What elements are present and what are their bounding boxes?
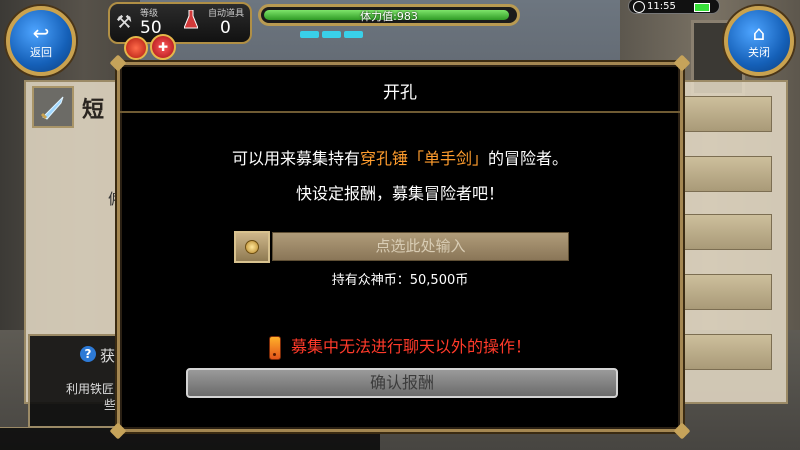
warning-text: 募集中无法进行聊天以外的操作！ <box>290 337 531 356</box>
dialog-header: 开孔 <box>120 65 680 113</box>
battery-icon <box>694 3 710 12</box>
sword-icon <box>32 86 74 128</box>
wrench-icon: ⚒ <box>116 12 133 33</box>
coin-button[interactable] <box>234 231 270 263</box>
dialog-title: 开孔 <box>383 83 417 103</box>
close-button[interactable]: ⌂ 关闭 <box>724 6 794 76</box>
clock-time: 11:55 <box>647 1 676 12</box>
energy-segment <box>344 31 363 38</box>
clock-icon <box>633 1 645 13</box>
coin-icon <box>245 240 259 254</box>
back-button[interactable]: ↩ 返回 <box>6 6 76 76</box>
back-button-label: 返回 <box>30 45 52 59</box>
recruit-hint: 快设定报酬，募集冒险者吧！ <box>295 184 504 203</box>
help-text-line2: 些 <box>104 398 117 412</box>
stamina-bar: 体力值:983 <box>258 4 520 26</box>
recruit-description: 可以用来募集持有穿孔锤「单手剑」的冒险者。 <box>120 145 680 169</box>
energy-segment <box>322 31 341 38</box>
description-suffix: 的冒险者。 <box>488 149 569 168</box>
stamina-text: 体力值:983 <box>360 10 418 23</box>
reward-input[interactable]: 点选此处输入 <box>272 232 569 261</box>
back-arrow-icon: ↩ <box>32 20 50 45</box>
confirm-reward-button[interactable]: 确认报酬 <box>186 368 618 398</box>
energy-segments <box>300 31 363 38</box>
holding-coins: 持有众神币：50,500币 <box>331 273 469 288</box>
help-text-line1: 利用铁匠 <box>66 382 115 396</box>
socket-dialog: 开孔 可以用来募集持有穿孔锤「单手剑」的冒险者。 快设定报酬，募集冒险者吧！ 点… <box>109 54 691 440</box>
close-button-label: 关闭 <box>748 45 770 59</box>
medal-icon[interactable] <box>124 36 148 60</box>
panel-title-partial: 短 <box>82 98 105 123</box>
energy-segment <box>300 31 319 38</box>
description-prefix: 可以用来募集持有 <box>231 149 360 168</box>
warning-message: 募集中无法进行聊天以外的操作！ <box>120 333 680 360</box>
help-icon: ? <box>80 346 96 362</box>
auto-item-value: 0 <box>220 18 231 38</box>
item-highlight: 穿孔锤「单手剑」 <box>359 149 488 168</box>
warning-icon <box>268 335 281 360</box>
home-icon: ⌂ <box>752 20 766 45</box>
flask-icon <box>184 10 198 29</box>
gift-icon[interactable]: ✚ <box>150 34 176 60</box>
